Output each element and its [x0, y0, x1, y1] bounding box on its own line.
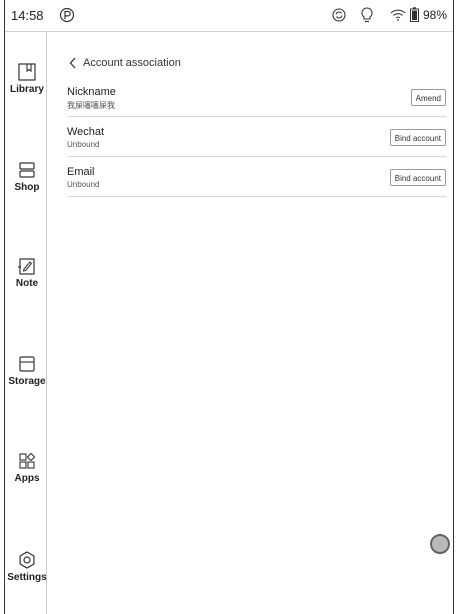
battery-icon [410, 7, 419, 22]
row-value: Unbound [67, 180, 100, 189]
row-label: Nickname [67, 86, 116, 98]
sidebar-item-label: Settings [7, 572, 47, 583]
sidebar-item-label: Library [10, 84, 44, 95]
back-button[interactable]: Account association [69, 55, 181, 71]
bind-wechat-button[interactable]: Bind account [389, 129, 446, 146]
storage-icon [19, 356, 35, 372]
battery-percent: 98% [423, 8, 448, 22]
wifi-icon[interactable] [390, 9, 406, 21]
sidebar-item-label: Storage [8, 376, 46, 387]
list-item-email: Email Unbound Bind account [67, 156, 446, 197]
chevron-left-icon [69, 57, 76, 69]
sidebar-item-shop[interactable]: Shop [5, 160, 49, 193]
sidebar-item-library[interactable]: Library [5, 62, 49, 95]
sidebar-item-settings[interactable]: Settings [5, 550, 49, 583]
sidebar-item-label: Note [15, 278, 39, 289]
sidebar: Library Shop Note Storage Apps Settings [5, 32, 47, 614]
row-value: Unbound [67, 140, 100, 149]
list-item-wechat: Wechat Unbound Bind account [67, 116, 446, 157]
sidebar-item-storage[interactable]: Storage [5, 354, 49, 387]
sidebar-item-label: Apps [14, 473, 40, 484]
amend-button[interactable]: Amend [410, 89, 446, 106]
bind-email-button[interactable]: Bind account [389, 169, 446, 186]
clock: 14:58 [11, 8, 44, 23]
row-label: Wechat [67, 126, 105, 138]
shop-icon [19, 162, 35, 178]
status-bar: 14:58 98% [5, 0, 453, 32]
sidebar-item-apps[interactable]: Apps [5, 451, 49, 484]
device-screen: 14:58 98% Library Shop Note Storage Apps… [4, 0, 454, 614]
page-title: Account association [83, 57, 181, 69]
floating-ball-button[interactable] [430, 534, 450, 554]
sidebar-item-label: Shop [14, 182, 40, 193]
apps-icon [19, 452, 36, 469]
settings-icon [19, 551, 35, 569]
note-icon [18, 258, 35, 275]
p-logo-icon [59, 7, 75, 23]
row-label: Email [67, 166, 95, 178]
library-icon [18, 63, 36, 81]
main-content: Account association Nickname 我屎噻噻屎我 Amen… [47, 32, 451, 614]
sidebar-item-note[interactable]: Note [5, 256, 49, 289]
row-value: 我屎噻噻屎我 [67, 101, 115, 110]
sync-icon[interactable] [332, 8, 346, 22]
front-light-icon[interactable] [360, 7, 374, 23]
list-item-nickname: Nickname 我屎噻噻屎我 Amend [67, 76, 446, 117]
